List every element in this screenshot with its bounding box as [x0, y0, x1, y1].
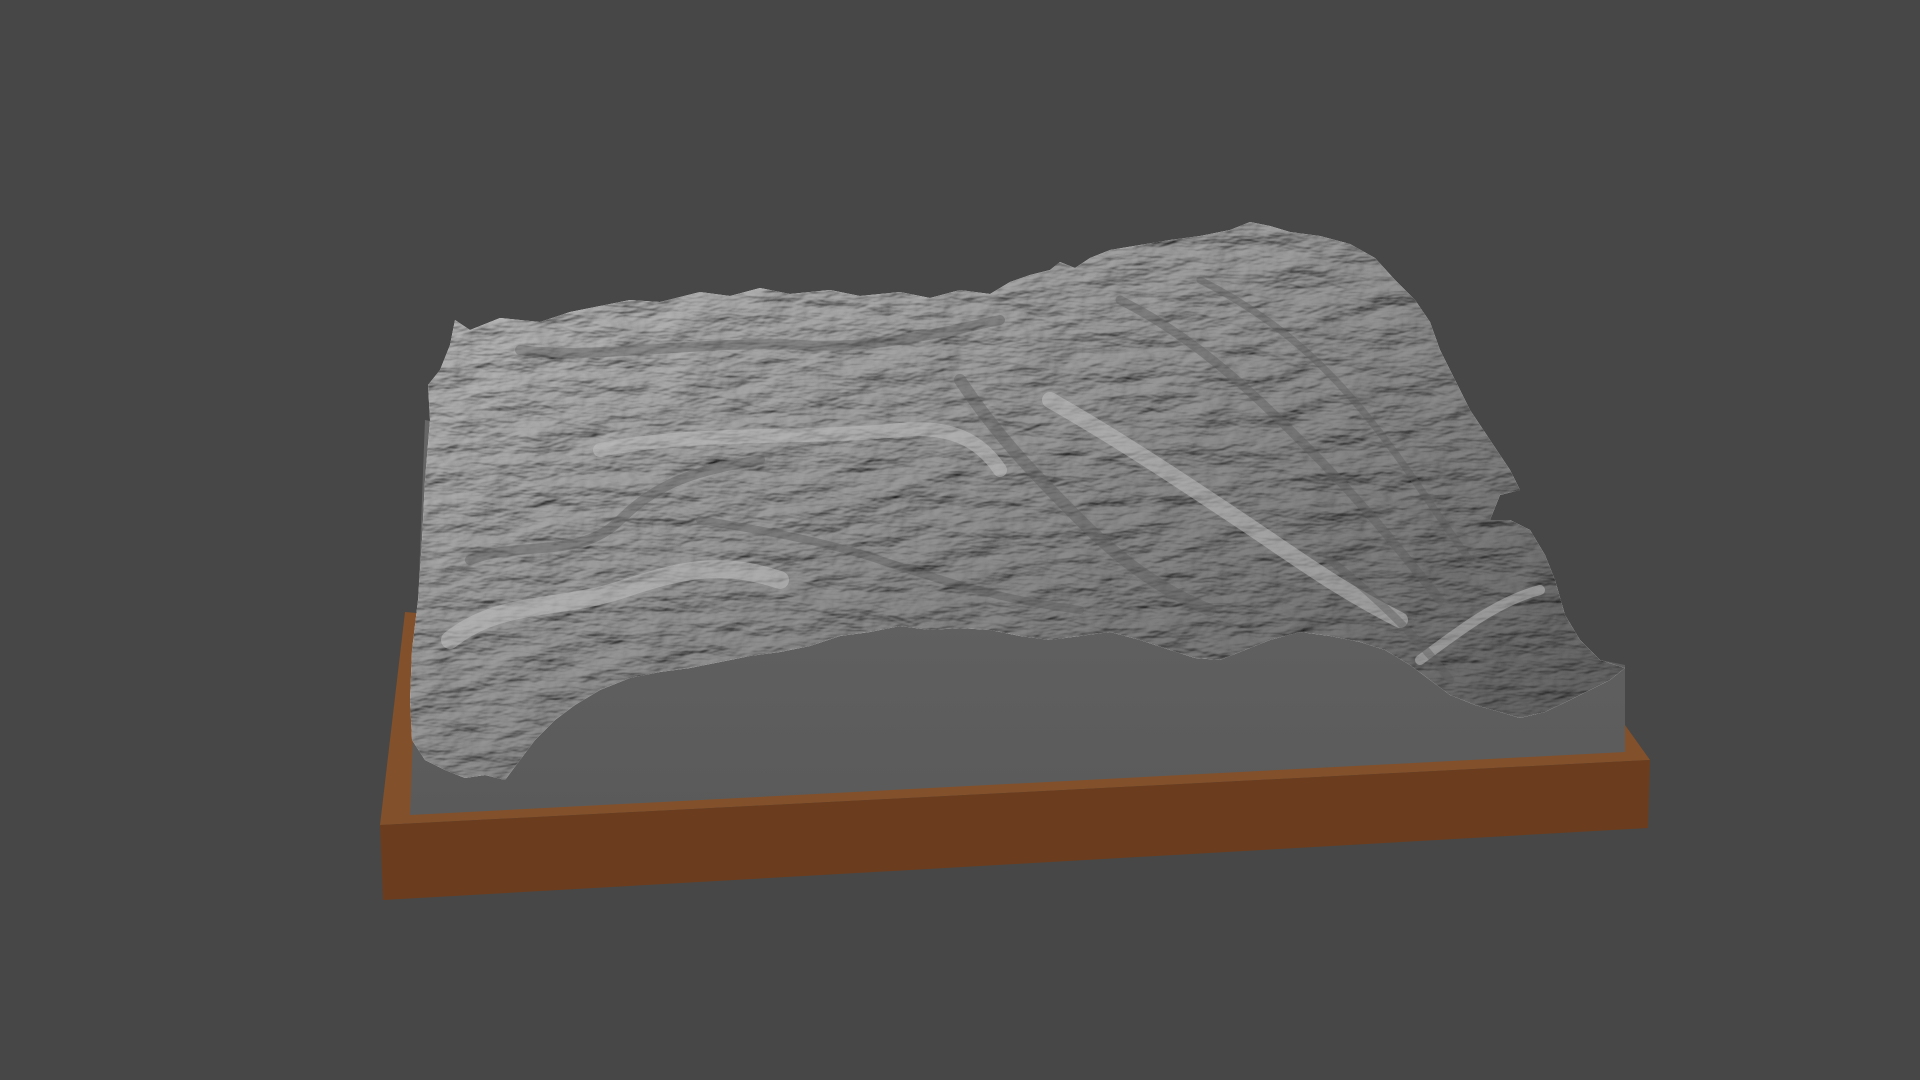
terrain-render	[0, 0, 1920, 1080]
3d-viewport[interactable]	[0, 0, 1920, 1080]
